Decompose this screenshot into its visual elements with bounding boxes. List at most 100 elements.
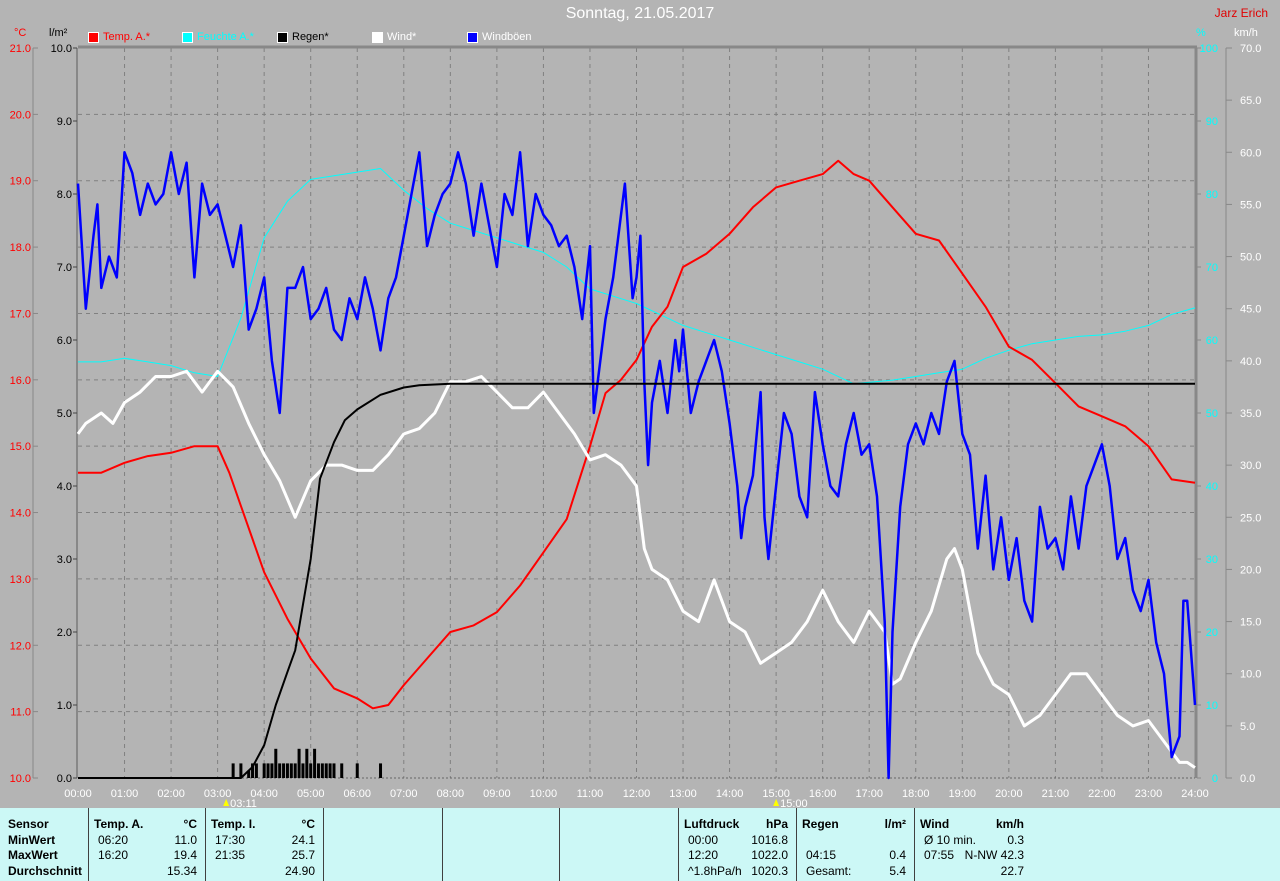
summary-panel: Sensor MinWert MaxWert Durchschnitt Temp. A.…	[0, 808, 1280, 881]
weather-chart: 10.0 11.0 12.0 13.0 14.0 15.0 16.0 17.0 18.0 19.0…	[10, 43, 1262, 808]
tick-label-rain: 6.0	[57, 335, 72, 347]
tick-label-rain: 3.0	[57, 554, 72, 566]
wind-value: 22.7	[1000, 864, 1024, 878]
tick-label-time: 16:00	[809, 788, 837, 800]
temp_a-unit: °C	[183, 817, 197, 831]
temp_i-unit: °C	[301, 817, 315, 831]
tick-label-temp: 10.0	[10, 773, 31, 785]
column-divider	[323, 808, 324, 881]
row-label: MinWert	[8, 833, 56, 847]
wind-value: N-NW 42.3	[964, 848, 1024, 862]
tick-label-wind: 10.0	[1240, 669, 1261, 681]
pressure-header: Luftdruck	[684, 817, 740, 831]
temp_i-header: Temp. I.	[211, 817, 256, 831]
tick-label-humidity: 40	[1206, 481, 1218, 493]
tick-label-wind: 5.0	[1240, 721, 1255, 733]
temp_i-value: 25.7	[291, 848, 315, 862]
tick-label-humidity: 80	[1206, 189, 1218, 201]
wind-header: Wind	[920, 817, 950, 831]
wind-unit: km/h	[995, 817, 1024, 831]
tick-label-wind: 50.0	[1240, 252, 1261, 264]
pressure-value: 1020.3	[751, 864, 788, 878]
temp_i-value: 24.90	[284, 864, 315, 878]
tick-label-wind: 45.0	[1240, 304, 1261, 316]
tick-label-rain: 7.0	[57, 262, 72, 274]
column-divider	[914, 808, 915, 881]
tick-label-time: 11:00	[577, 788, 604, 800]
tick-label-temp: 17.0	[10, 308, 31, 320]
pressure-unit: hPa	[765, 817, 788, 831]
wind-value: 0.3	[1007, 833, 1024, 847]
tick-label-time: 20:00	[995, 788, 1023, 800]
tick-label-humidity: 10	[1206, 700, 1218, 712]
tick-label-time: 12:00	[623, 788, 651, 800]
tick-label-time: 24:00	[1181, 788, 1209, 800]
tick-label-temp: 21.0	[10, 43, 31, 55]
tick-label-temp: 13.0	[10, 574, 31, 586]
tick-label-temp: 16.0	[10, 375, 31, 387]
tick-label-rain: 9.0	[57, 116, 72, 128]
marker-label: 15:00	[780, 798, 808, 808]
tick-label-time: 22:00	[1088, 788, 1116, 800]
tick-label-rain: 1.0	[57, 700, 72, 712]
rain-value: 0.4	[889, 848, 906, 862]
pressure-value: 1022.0	[751, 848, 788, 862]
tick-label-time: 13:00	[669, 788, 697, 800]
rain-value: 5.4	[889, 864, 906, 878]
row-label: MaxWert	[8, 848, 58, 862]
tick-label-humidity: 20	[1206, 627, 1218, 639]
tick-label-time: 07:00	[390, 788, 418, 800]
tick-label-temp: 20.0	[10, 109, 31, 121]
tick-label-wind: 0.0	[1240, 773, 1255, 785]
tick-label-wind: 20.0	[1240, 564, 1261, 576]
tick-label-humidity: 0	[1212, 773, 1218, 785]
tick-label-time: 02:00	[157, 788, 185, 800]
tick-label-time: 05:00	[297, 788, 325, 800]
tick-label-rain: 2.0	[57, 627, 72, 639]
tick-label-wind: 55.0	[1240, 199, 1261, 211]
tick-label-time: 14:00	[716, 788, 744, 800]
tick-label-time: 06:00	[343, 788, 371, 800]
tick-label-temp: 12.0	[10, 640, 31, 652]
tick-label-time: 19:00	[949, 788, 977, 800]
sensor-header: Sensor	[8, 817, 49, 831]
tick-label-wind: 70.0	[1240, 43, 1261, 55]
row-label: Durchschnitt	[8, 864, 83, 878]
tick-label-time: 00:00	[64, 788, 92, 800]
rain-unit: l/m²	[884, 817, 906, 831]
column-divider	[678, 808, 679, 881]
tick-label-temp: 19.0	[10, 176, 31, 188]
tick-label-temp: 14.0	[10, 508, 31, 520]
column-divider	[442, 808, 443, 881]
tick-label-time: 17:00	[855, 788, 883, 800]
tick-label-time: 09:00	[483, 788, 511, 800]
column-divider	[796, 808, 797, 881]
tick-label-rain: 10.0	[51, 43, 72, 55]
tick-label-humidity: 50	[1206, 408, 1218, 420]
tick-label-wind: 35.0	[1240, 408, 1261, 420]
tick-label-time: 01:00	[111, 788, 139, 800]
column-divider	[559, 808, 560, 881]
sunset-icon	[773, 799, 780, 806]
temp_i-value: 24.1	[291, 833, 315, 847]
tick-label-humidity: 60	[1206, 335, 1218, 347]
tick-label-wind: 60.0	[1240, 147, 1261, 159]
tick-label-wind: 15.0	[1240, 617, 1261, 629]
pressure-value: 1016.8	[751, 833, 788, 847]
marker-label: 03:11	[230, 798, 257, 808]
tick-label-rain: 8.0	[57, 189, 72, 201]
tick-label-wind: 65.0	[1240, 95, 1261, 107]
tick-label-time: 23:00	[1135, 788, 1163, 800]
tick-label-rain: 0.0	[57, 773, 72, 785]
tick-label-temp: 18.0	[10, 242, 31, 254]
tick-label-time: 08:00	[437, 788, 465, 800]
tick-label-time: 03:00	[204, 788, 232, 800]
tick-label-rain: 4.0	[57, 481, 72, 493]
temp_a-value: 19.4	[173, 848, 197, 862]
tick-label-time: 10:00	[530, 788, 558, 800]
tick-label-time: 21:00	[1042, 788, 1070, 800]
tick-label-humidity: 90	[1206, 116, 1218, 128]
tick-label-time: 18:00	[902, 788, 930, 800]
column-divider	[205, 808, 206, 881]
tick-label-wind: 25.0	[1240, 512, 1261, 524]
